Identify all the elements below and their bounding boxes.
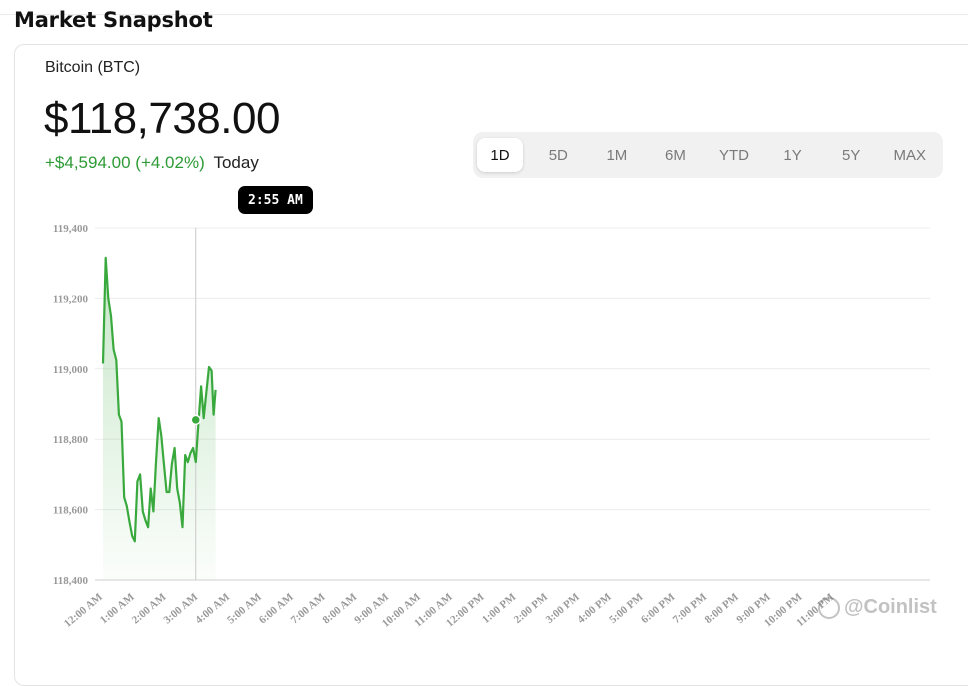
x-tick-label: 12:00 AM [62, 591, 106, 630]
x-tick-label: 2:00 PM [512, 591, 551, 626]
x-tick-label: 3:00 PM [544, 591, 583, 626]
x-tick-label: 1:00 AM [98, 591, 137, 627]
y-tick-label: 118,800 [53, 434, 89, 446]
y-tick-label: 118,400 [53, 575, 89, 587]
x-tick-label: 4:00 AM [193, 591, 232, 627]
x-tick-label: 1:00 PM [480, 591, 519, 626]
price-chart[interactable]: 119,400 119,200 119,000 118,800 118,600 118,4… [0, 0, 968, 638]
x-tick-label: 8:00 AM [320, 591, 359, 627]
y-tick-label: 118,600 [53, 505, 89, 517]
y-tick-label: 119,400 [53, 223, 89, 235]
x-tick-label: 5:00 AM [225, 591, 264, 627]
x-tick-label: 5:00 PM [607, 591, 646, 626]
coinlist-logo-icon [818, 596, 840, 619]
watermark: @Coinlist [818, 596, 937, 619]
watermark-text: @Coinlist [844, 596, 937, 618]
x-tick-label: 6:00 AM [257, 591, 296, 627]
x-tick-label: 3:00 AM [161, 591, 200, 627]
x-tick-label: 8:00 PM [703, 591, 742, 626]
x-tick-label: 7:00 AM [289, 591, 328, 627]
x-tick-label: 2:00 AM [130, 591, 169, 627]
y-tick-label: 119,200 [53, 293, 89, 305]
crosshair-point [190, 414, 201, 426]
crosshair-time-tooltip: 2:55 AM [238, 186, 313, 214]
y-tick-label: 119,000 [53, 364, 89, 376]
x-tick-label: 6:00 PM [639, 591, 678, 626]
x-tick-label: 7:00 PM [671, 591, 710, 626]
x-tick-label: 4:00 PM [575, 591, 614, 626]
